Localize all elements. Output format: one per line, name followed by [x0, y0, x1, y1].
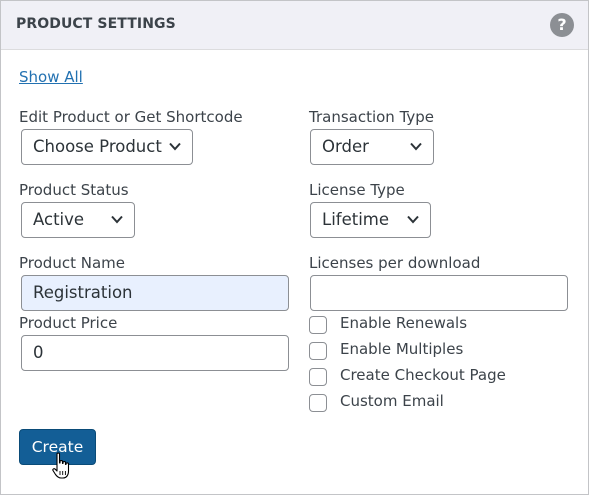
product-status-value: Active — [33, 210, 85, 229]
product-price-input[interactable]: 0 — [21, 335, 289, 371]
panel-title: PRODUCT SETTINGS — [16, 16, 176, 32]
product-name-label: Product Name — [19, 254, 125, 272]
transaction-type-value: Order — [322, 137, 369, 156]
product-name-input[interactable]: Registration — [21, 275, 289, 311]
custom-email-label: Custom Email — [340, 392, 444, 410]
create-checkout-page-label: Create Checkout Page — [340, 366, 506, 384]
enable-renewals-label: Enable Renewals — [340, 314, 468, 332]
edit-product-value: Choose Product — [33, 137, 162, 156]
product-status-select[interactable]: Active — [21, 202, 135, 238]
product-status-label: Product Status — [19, 181, 129, 199]
panel-header: PRODUCT SETTINGS ? — [1, 1, 588, 50]
license-type-select[interactable]: Lifetime — [310, 202, 431, 238]
product-settings-panel: PRODUCT SETTINGS ? — [0, 0, 589, 495]
enable-renewals-checkbox[interactable] — [309, 316, 327, 334]
transaction-type-select[interactable]: Order — [310, 129, 434, 165]
license-type-value: Lifetime — [322, 210, 390, 229]
chevron-down-icon — [407, 215, 419, 224]
enable-multiples-checkbox[interactable] — [309, 342, 327, 360]
edit-product-label: Edit Product or Get Shortcode — [19, 108, 243, 126]
license-type-label: License Type — [309, 181, 405, 199]
edit-product-select[interactable]: Choose Product — [21, 129, 193, 165]
product-price-label: Product Price — [19, 314, 118, 332]
show-all-link[interactable]: Show All — [19, 68, 83, 86]
transaction-type-label: Transaction Type — [309, 108, 435, 126]
chevron-down-icon — [111, 215, 123, 224]
create-checkout-page-checkbox[interactable] — [309, 368, 327, 386]
enable-multiples-label: Enable Multiples — [340, 340, 464, 358]
chevron-down-icon — [410, 142, 422, 151]
licenses-per-download-input[interactable] — [310, 275, 568, 311]
licenses-per-download-label: Licenses per download — [309, 254, 481, 272]
hand-cursor-icon — [52, 452, 70, 479]
chevron-down-icon — [169, 142, 181, 151]
custom-email-checkbox[interactable] — [309, 394, 327, 412]
help-icon[interactable]: ? — [550, 13, 574, 37]
